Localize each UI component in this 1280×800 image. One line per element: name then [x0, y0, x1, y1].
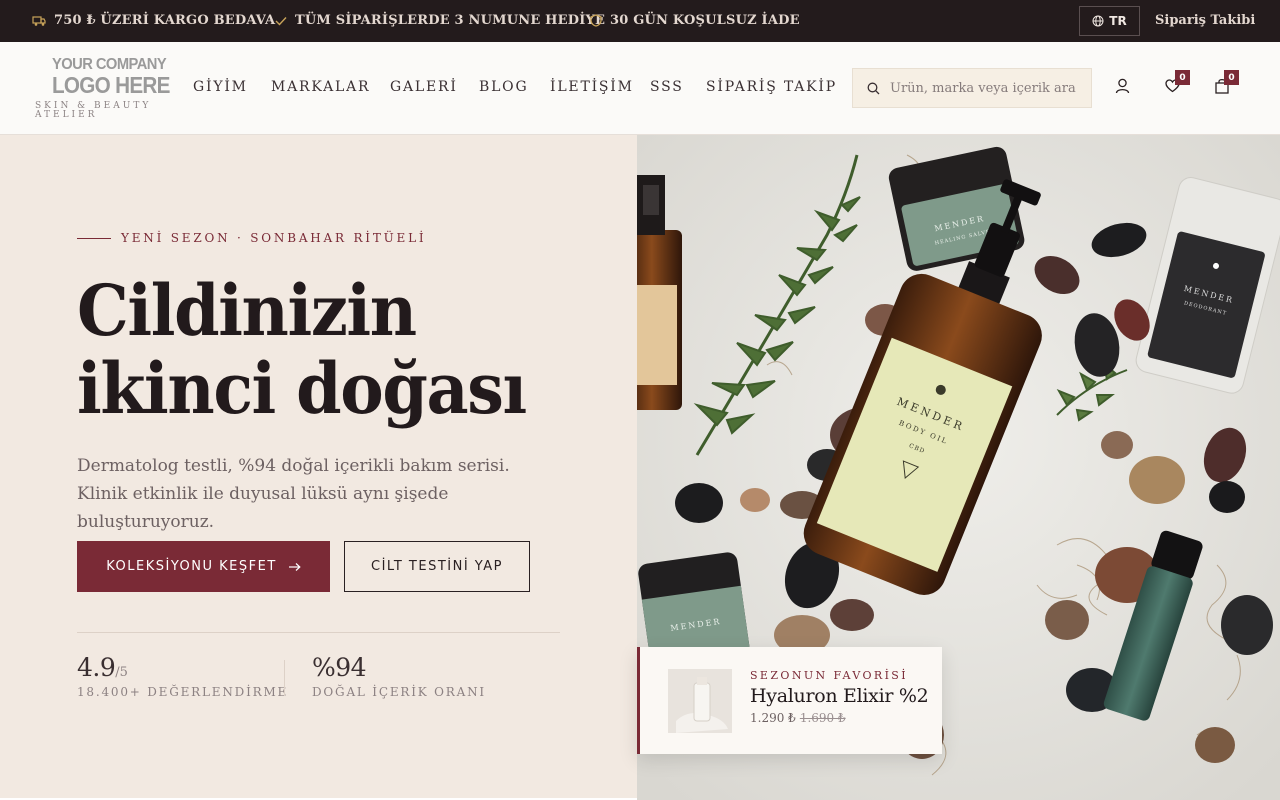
brand-tagline: SKIN & BEAUTY ATELIER: [35, 101, 152, 120]
wishlist-button[interactable]: 0: [1165, 70, 1190, 97]
wishlist-count-badge: 0: [1175, 70, 1190, 85]
natural-ratio-number: %94: [312, 653, 367, 682]
logo-line1: YOUR COMPANY: [52, 56, 167, 73]
headline-line1: Cildinizin: [77, 269, 417, 352]
nav-item-galeri[interactable]: GALERİ: [390, 79, 458, 95]
featured-price: 1.290 ₺ 1.690 ₺: [750, 711, 846, 725]
cart-button[interactable]: 0: [1215, 70, 1239, 98]
featured-product-thumbnail: [668, 669, 732, 733]
user-icon: [1115, 78, 1130, 94]
stats-divider: [77, 632, 560, 633]
current-price: 1.290 ₺: [750, 711, 796, 725]
globe-icon: [1092, 15, 1104, 27]
explore-collection-button[interactable]: KOLEKSİYONU KEŞFET: [77, 541, 330, 592]
nav-item-iletisim[interactable]: İLETİŞİM: [550, 79, 634, 95]
rating-label: 18.400+ DEĞERLENDİRME: [77, 685, 289, 699]
hero-lead: Dermatolog testli, %94 doğal içerikli ba…: [77, 456, 510, 532]
check-icon: [275, 16, 287, 26]
nav-item-blog[interactable]: BLOG: [479, 79, 528, 95]
rating-value: 4.9/5: [77, 653, 128, 682]
nav-item-sss[interactable]: SSS: [650, 79, 684, 95]
hero-headline: Cildinizin ikinci doğası: [77, 269, 527, 430]
featured-kicker: SEZONUN FAVORİSİ: [750, 669, 908, 682]
language-label: TR: [1109, 14, 1127, 28]
explore-collection-label: KOLEKSİYONU KEŞFET: [106, 559, 277, 574]
natural-ratio-value: %94: [312, 653, 367, 682]
hero-eyebrow: YENİ SEZON · SONBAHAR RİTÜELİ: [77, 231, 426, 245]
cart-count-badge: 0: [1224, 70, 1239, 85]
eyebrow-rule: [77, 237, 111, 239]
natural-ratio-label: DOĞAL İÇERİK ORANI: [312, 685, 486, 699]
truck-icon: [32, 15, 46, 26]
logo[interactable]: YOUR COMPANY LOGO HERE: [52, 57, 183, 97]
featured-product-title: Hyaluron Elixir %2: [750, 685, 929, 707]
site-header: YOUR COMPANY LOGO HERE SKIN & BEAUTY ATE…: [0, 42, 1280, 135]
shield-icon: [590, 14, 602, 27]
promo-free-samples: TÜM SİPARİŞLERDE 3 NUMUNE HEDİYE: [275, 13, 605, 28]
cream-tube-image: [668, 669, 732, 733]
featured-product-card[interactable]: SEZONUN FAVORİSİ Hyaluron Elixir %2 1.29…: [637, 647, 942, 754]
nav-item-markalar[interactable]: MARKALAR: [271, 79, 370, 95]
promo-text: 750 ₺ ÜZERİ KARGO BEDAVA: [54, 13, 276, 28]
search-box[interactable]: [852, 68, 1092, 108]
skin-test-button[interactable]: CİLT TESTİNİ YAP: [344, 541, 530, 592]
stat-separator: [284, 660, 285, 696]
language-selector[interactable]: TR: [1079, 6, 1140, 36]
headline-line2: ikinci doğası: [77, 347, 527, 430]
order-tracking-link[interactable]: Sipariş Takibi: [1155, 13, 1255, 28]
eyebrow-text: YENİ SEZON · SONBAHAR RİTÜELİ: [121, 231, 427, 245]
announcement-bar: 750 ₺ ÜZERİ KARGO BEDAVA TÜM SİPARİŞLERD…: [0, 0, 1280, 42]
old-price: 1.690 ₺: [799, 711, 846, 725]
search-input[interactable]: [890, 80, 1090, 96]
promo-text: TÜM SİPARİŞLERDE 3 NUMUNE HEDİYE: [295, 13, 606, 28]
arrow-right-icon: [288, 562, 301, 571]
promo-text: 30 GÜN KOŞULSUZ İADE: [610, 13, 800, 28]
rating-suffix: /5: [115, 665, 128, 680]
search-icon: [867, 82, 880, 94]
nav-item-giyim[interactable]: GİYİM: [193, 79, 248, 95]
logo-line2: LOGO HERE: [52, 72, 170, 98]
promo-free-returns: 30 GÜN KOŞULSUZ İADE: [590, 13, 800, 28]
skin-test-label: CİLT TESTİNİ YAP: [371, 559, 503, 574]
rating-number: 4.9: [77, 653, 116, 682]
account-button[interactable]: [1115, 78, 1130, 98]
promo-free-shipping: 750 ₺ ÜZERİ KARGO BEDAVA: [32, 13, 275, 28]
nav-item-siparis-takip[interactable]: SİPARİŞ TAKİP: [706, 79, 837, 95]
